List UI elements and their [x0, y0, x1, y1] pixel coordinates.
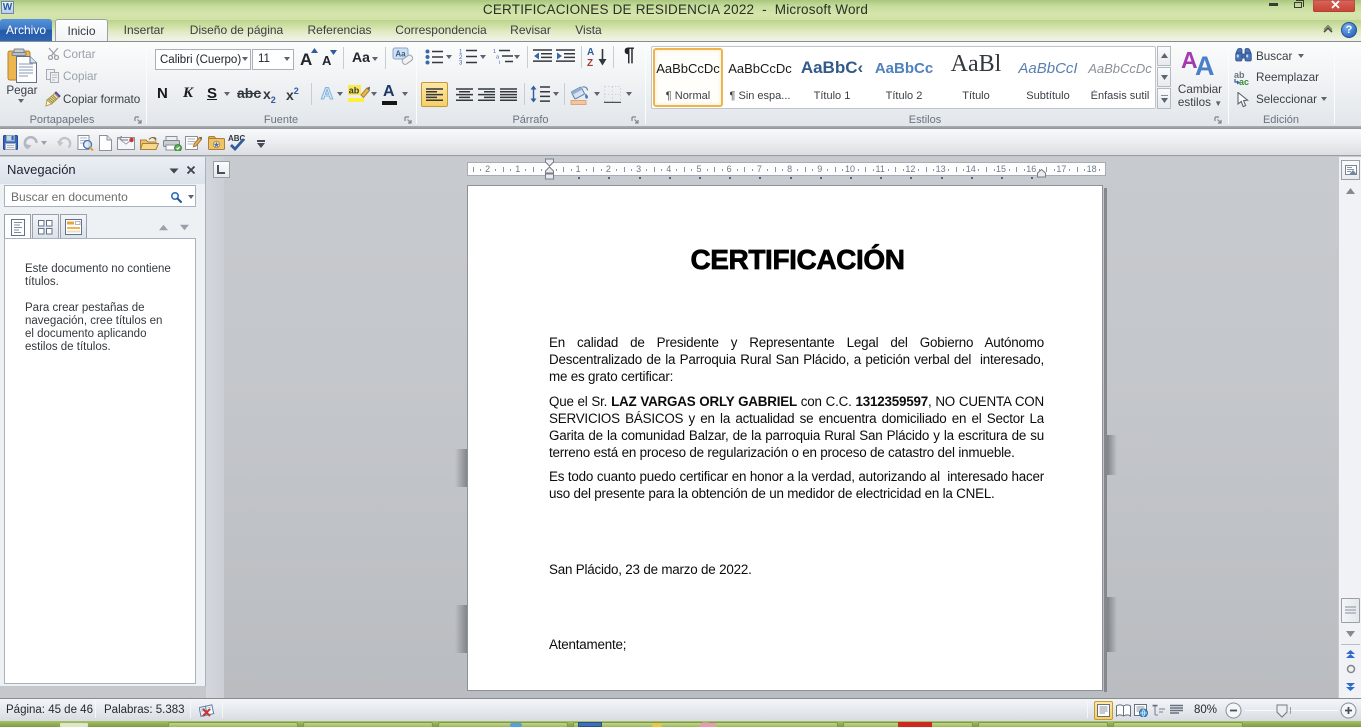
svg-text:A: A — [321, 84, 333, 102]
svg-text:ab: ab — [349, 86, 360, 96]
svg-text:3: 3 — [459, 61, 463, 66]
svg-text:Aa: Aa — [395, 50, 406, 59]
svg-text:ac: ac — [1239, 77, 1249, 86]
svg-text:i: i — [499, 60, 500, 65]
